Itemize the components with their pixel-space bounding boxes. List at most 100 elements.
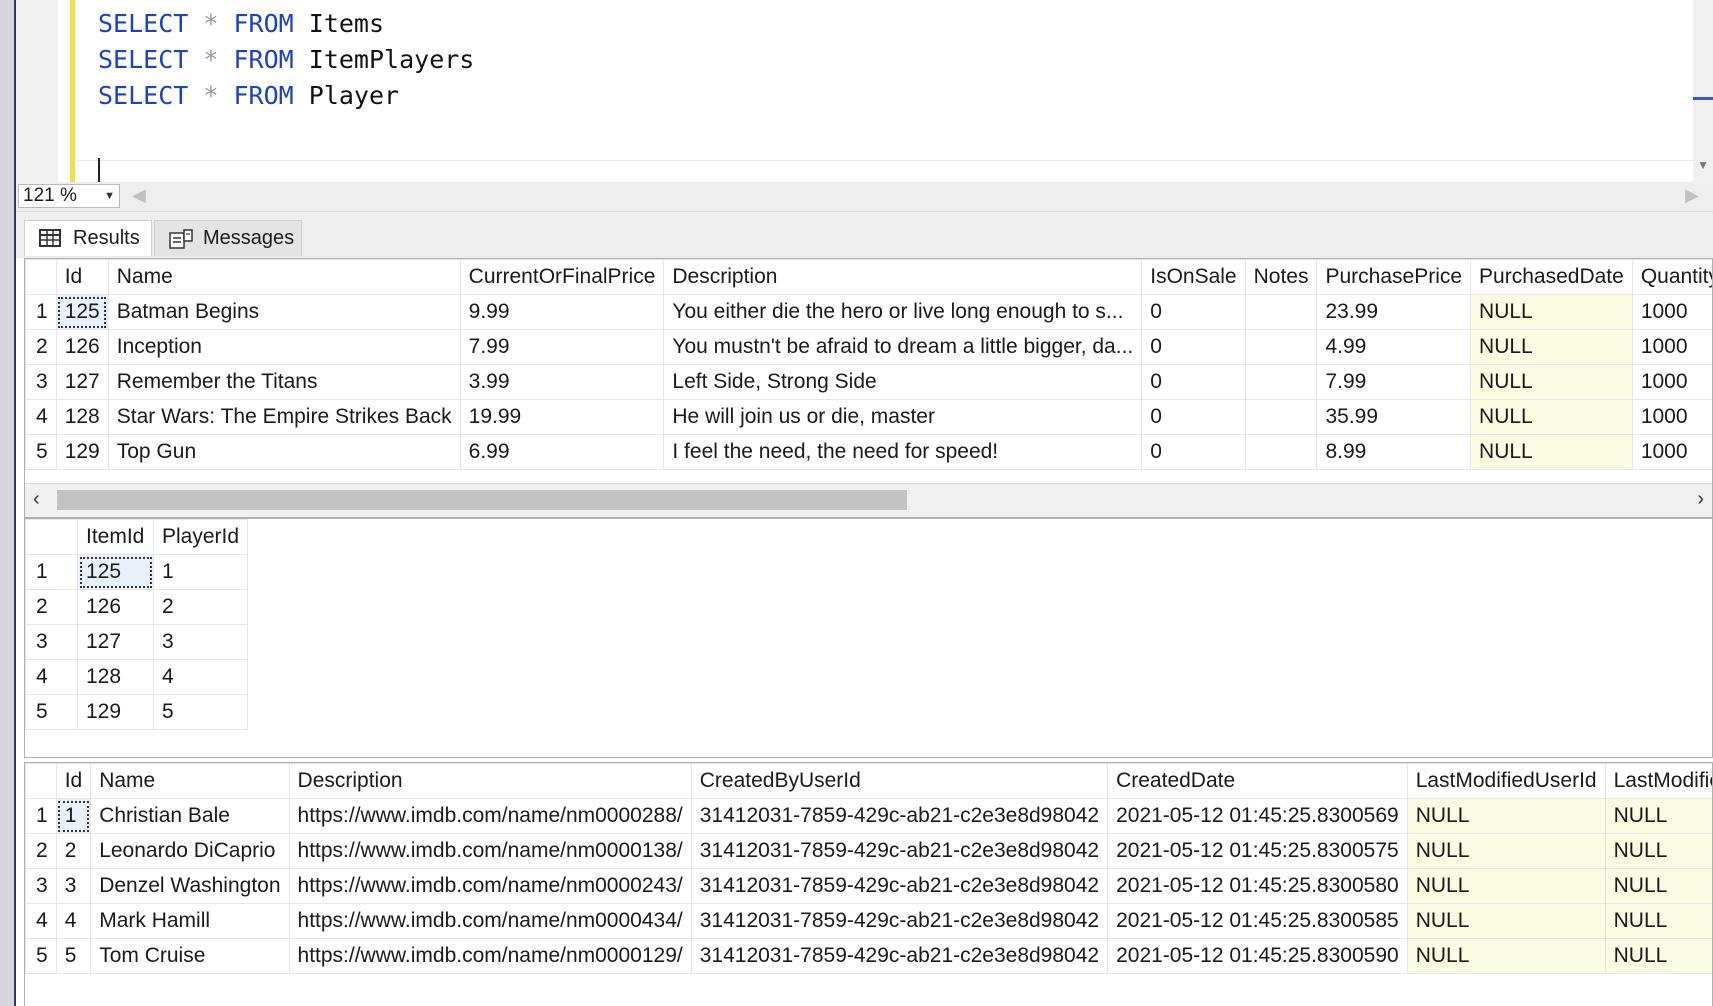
table-cell[interactable]: NULL (1406, 903, 1606, 939)
editor-vertical-scrollbar[interactable]: ▼ (1693, 0, 1713, 182)
table-cell[interactable]: NULL (1406, 868, 1606, 904)
table-cell[interactable]: https://www.imdb.com/name/nm0000138/ (288, 833, 692, 869)
table-cell[interactable]: 0 (1141, 329, 1246, 365)
table-cell[interactable]: 8.99 (1316, 434, 1472, 470)
table-cell[interactable] (1244, 329, 1318, 365)
table-cell[interactable]: 0 (1141, 364, 1246, 400)
table-cell[interactable]: 1000 (1631, 399, 1712, 435)
table-cell[interactable]: 1000 (1631, 364, 1712, 400)
table-row[interactable]: 5 5 Tom Cruise https://www.imdb.com/name… (25, 938, 1712, 974)
table-cell[interactable]: 1000 (1631, 434, 1712, 470)
table-cell[interactable]: NULL (1406, 938, 1606, 974)
column-header[interactable] (25, 519, 78, 555)
table-cell[interactable]: 1 (152, 554, 249, 590)
column-header[interactable]: Id (55, 259, 109, 295)
table-cell[interactable] (1244, 434, 1318, 470)
table-cell[interactable]: 1000 (1631, 294, 1712, 330)
scroll-down-icon[interactable]: ▼ (1697, 158, 1709, 172)
table-row[interactable]: 5 129 Top Gun 6.99 I feel the need, the … (25, 434, 1712, 470)
column-header[interactable]: CurrentOrFinalPrice (459, 259, 665, 295)
table-cell[interactable]: Left Side, Strong Side (663, 364, 1143, 400)
horizontal-scrollbar[interactable]: ‹ › (25, 483, 1712, 517)
table-cell[interactable]: 2021-05-12 01:45:25.8300575 (1107, 833, 1408, 869)
table-cell[interactable]: 2 (55, 833, 92, 869)
table-row[interactable]: 3 127 3 (25, 624, 249, 660)
table-cell[interactable]: 2021-05-12 01:45:25.8300569 (1107, 798, 1408, 834)
table-cell[interactable]: Denzel Washington (90, 868, 290, 904)
table-cell[interactable]: 4 (55, 903, 92, 939)
table-cell[interactable]: Tom Cruise (90, 938, 290, 974)
table-cell[interactable]: NULL (1604, 903, 1712, 939)
row-number[interactable]: 1 (25, 798, 57, 834)
row-number[interactable]: 4 (25, 659, 78, 695)
table-cell[interactable]: https://www.imdb.com/name/nm0000243/ (288, 868, 692, 904)
table-cell[interactable]: 31412031-7859-429c-ab21-c2e3e8d98042 (690, 833, 1109, 869)
tab-results[interactable]: Results (24, 220, 152, 256)
table-cell[interactable]: https://www.imdb.com/name/nm0000434/ (288, 903, 692, 939)
row-number[interactable]: 3 (25, 624, 78, 660)
table-cell[interactable]: 125 (77, 554, 154, 590)
tab-messages[interactable]: Messages (154, 220, 302, 256)
row-number[interactable]: 1 (25, 294, 57, 330)
table-cell[interactable]: NULL (1604, 798, 1712, 834)
scroll-left-icon[interactable]: ‹ (33, 488, 40, 511)
table-cell[interactable]: Remember the Titans (107, 364, 461, 400)
table-row[interactable]: 4 128 Star Wars: The Empire Strikes Back… (25, 399, 1712, 435)
table-cell[interactable]: 127 (55, 364, 109, 400)
row-number[interactable]: 3 (25, 364, 57, 400)
table-cell[interactable]: 35.99 (1316, 399, 1472, 435)
table-cell[interactable]: 128 (55, 399, 109, 435)
table-cell[interactable]: Top Gun (107, 434, 461, 470)
table-row[interactable]: 2 126 2 (25, 589, 249, 625)
table-row[interactable]: 3 127 Remember the Titans 3.99 Left Side… (25, 364, 1712, 400)
table-cell[interactable]: You mustn't be afraid to dream a little … (663, 329, 1143, 365)
row-number[interactable]: 5 (25, 938, 57, 974)
table-cell[interactable]: NULL (1470, 329, 1633, 365)
table-cell[interactable]: 23.99 (1316, 294, 1472, 330)
column-header[interactable]: Description (663, 259, 1143, 295)
table-cell[interactable]: 2 (152, 589, 249, 625)
column-header[interactable]: Quantity (1631, 259, 1712, 295)
table-cell[interactable]: 0 (1141, 434, 1246, 470)
scrollbar-thumb[interactable] (57, 490, 907, 510)
table-row[interactable]: 1 1 Christian Bale https://www.imdb.com/… (25, 798, 1712, 834)
row-number[interactable]: 2 (25, 833, 57, 869)
column-header[interactable]: CreatedDate (1107, 763, 1408, 799)
table-cell[interactable]: 2021-05-12 01:45:25.8300580 (1107, 868, 1408, 904)
table-row[interactable]: 4 4 Mark Hamill https://www.imdb.com/nam… (25, 903, 1712, 939)
zoom-select[interactable]: 121 % ▼ (18, 184, 120, 208)
table-cell[interactable]: NULL (1604, 868, 1712, 904)
column-header[interactable] (25, 763, 57, 799)
row-number[interactable]: 2 (25, 589, 78, 625)
table-cell[interactable]: 19.99 (459, 399, 665, 435)
table-cell[interactable]: 3.99 (459, 364, 665, 400)
table-cell[interactable]: 6.99 (459, 434, 665, 470)
column-header[interactable]: Id (55, 763, 92, 799)
column-header[interactable] (25, 259, 57, 295)
table-cell[interactable]: 1 (55, 798, 92, 834)
table-cell[interactable]: 126 (55, 329, 109, 365)
table-cell[interactable]: 5 (55, 938, 92, 974)
table-cell[interactable]: You either die the hero or live long eno… (663, 294, 1143, 330)
scroll-right-icon[interactable]: › (1697, 488, 1704, 511)
chevron-down-icon[interactable]: ▼ (104, 185, 115, 207)
row-number[interactable]: 4 (25, 903, 57, 939)
table-cell[interactable]: 7.99 (459, 329, 665, 365)
table-cell[interactable]: NULL (1470, 399, 1633, 435)
table-cell[interactable]: Mark Hamill (90, 903, 290, 939)
table-cell[interactable]: Batman Begins (107, 294, 461, 330)
table-row[interactable]: 3 3 Denzel Washington https://www.imdb.c… (25, 868, 1712, 904)
table-cell[interactable]: 9.99 (459, 294, 665, 330)
table-cell[interactable]: 4.99 (1316, 329, 1472, 365)
table-cell[interactable]: 3 (152, 624, 249, 660)
table-cell[interactable]: 31412031-7859-429c-ab21-c2e3e8d98042 (690, 903, 1109, 939)
table-cell[interactable]: 128 (77, 659, 154, 695)
query-text[interactable]: SELECT * FROM Items SELECT * FROM ItemPl… (98, 6, 474, 114)
column-header[interactable]: LastModified (1604, 763, 1712, 799)
column-header[interactable]: Description (288, 763, 692, 799)
table-cell[interactable]: 3 (55, 868, 92, 904)
table-cell[interactable]: 31412031-7859-429c-ab21-c2e3e8d98042 (690, 938, 1109, 974)
row-number[interactable]: 2 (25, 329, 57, 365)
column-header[interactable]: CreatedByUserId (690, 763, 1109, 799)
table-cell[interactable]: https://www.imdb.com/name/nm0000288/ (288, 798, 692, 834)
